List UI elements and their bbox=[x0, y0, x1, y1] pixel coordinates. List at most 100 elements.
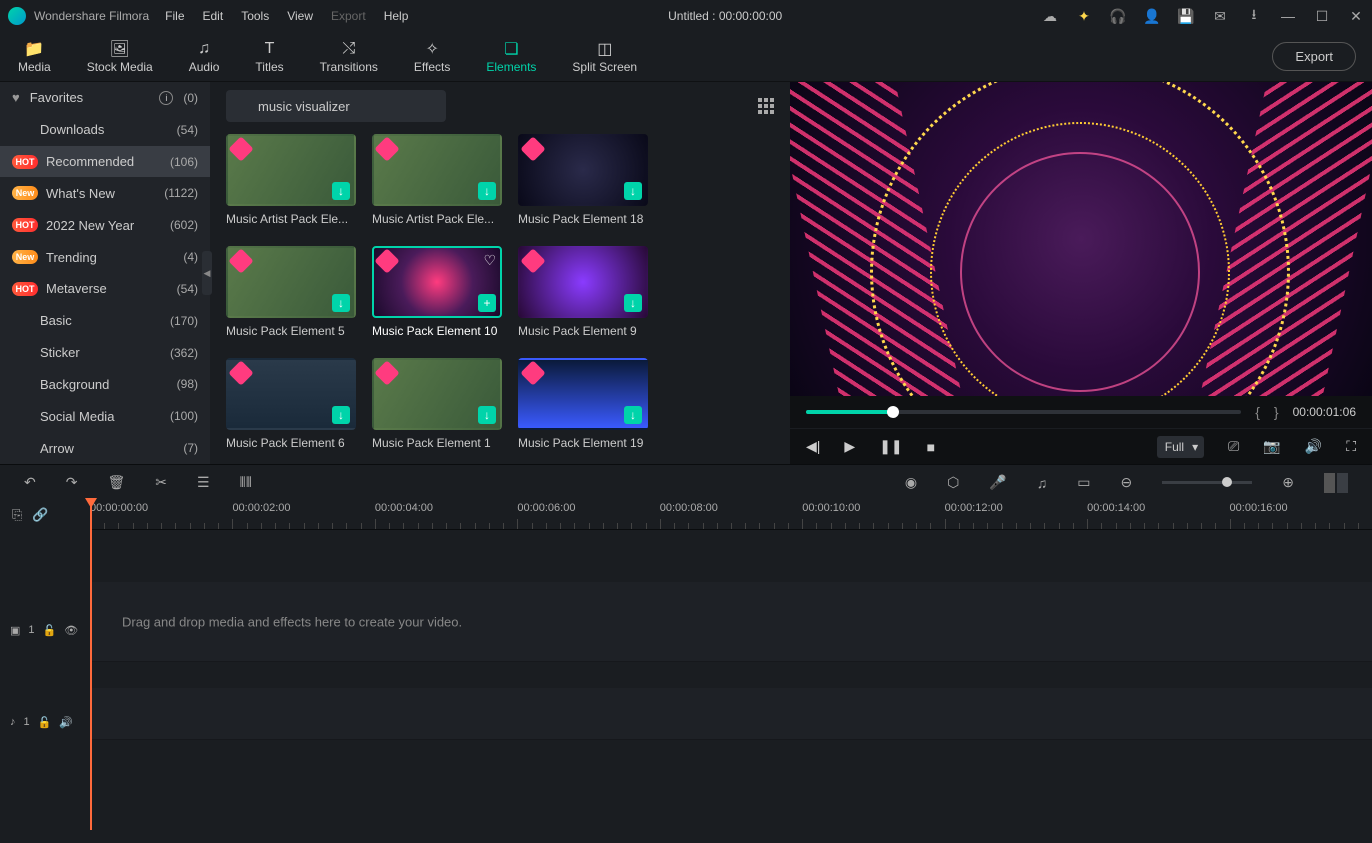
asset-item[interactable]: ↓Music Pack Element 6 bbox=[226, 358, 356, 464]
mark-in-icon[interactable]: { bbox=[1255, 404, 1260, 420]
visibility-icon[interactable]: 👁 bbox=[64, 624, 78, 637]
sidebar-social-media[interactable]: Social Media (100) bbox=[0, 400, 210, 432]
step-back-icon[interactable]: ◀| bbox=[806, 438, 820, 455]
new-badge: New bbox=[12, 250, 38, 264]
video-track[interactable]: Drag and drop media and effects here to … bbox=[90, 582, 1372, 662]
grid-view-icon[interactable] bbox=[758, 98, 774, 114]
menu-help[interactable]: Help bbox=[384, 9, 409, 23]
sidebar-arrow[interactable]: Arrow (7) bbox=[0, 432, 210, 464]
download-icon[interactable]: ↓ bbox=[332, 406, 350, 424]
tab-media[interactable]: 📁Media bbox=[0, 32, 69, 81]
zoom-in-icon[interactable]: ⊕ bbox=[1282, 474, 1294, 491]
cut-icon[interactable]: ✂ bbox=[155, 474, 167, 491]
sidebar-new-year[interactable]: HOT 2022 New Year (602) bbox=[0, 209, 210, 241]
crop-icon[interactable]: ▭ bbox=[1077, 474, 1090, 491]
sidebar-favorites[interactable]: ♥ Favorites i (0) bbox=[0, 82, 210, 114]
sidebar-trending[interactable]: New Trending (4) bbox=[0, 241, 210, 273]
save-icon[interactable]: 💾 bbox=[1178, 8, 1194, 24]
audio-wave-icon[interactable]: ⦀⦀ bbox=[240, 474, 252, 491]
undo-icon[interactable]: ↶ bbox=[24, 474, 36, 491]
stop-icon[interactable]: ■ bbox=[927, 439, 935, 455]
sidebar-metaverse[interactable]: HOT Metaverse (54) bbox=[0, 273, 210, 305]
download-icon[interactable]: ↓ bbox=[624, 406, 642, 424]
snapshot-icon[interactable]: 📷 bbox=[1263, 438, 1280, 455]
menu-file[interactable]: File bbox=[165, 9, 184, 23]
sidebar-collapse-handle[interactable]: ◀ bbox=[202, 251, 212, 295]
playhead[interactable] bbox=[90, 500, 92, 830]
headset-icon[interactable]: 🎧 bbox=[1110, 8, 1126, 24]
screen-icon[interactable]: ⎚ bbox=[1228, 438, 1239, 455]
scrub-knob[interactable] bbox=[887, 406, 899, 418]
asset-item[interactable]: ↓Music Pack Element 19 bbox=[518, 358, 648, 464]
sidebar-recommended[interactable]: HOT Recommended (106) bbox=[0, 146, 210, 178]
lock-icon[interactable]: 🔓 bbox=[38, 716, 52, 729]
quality-select[interactable]: Full ▾ bbox=[1157, 436, 1204, 458]
cloud-icon[interactable]: ☁ bbox=[1042, 8, 1058, 24]
timeline-main[interactable]: 00:00:00:0000:00:02:0000:00:04:0000:00:0… bbox=[90, 500, 1372, 830]
download-icon[interactable]: ↓ bbox=[478, 182, 496, 200]
tab-stock-media[interactable]: 🖼Stock Media bbox=[69, 32, 171, 81]
asset-item[interactable]: ↓Music Pack Element 1 bbox=[372, 358, 502, 464]
record-icon[interactable]: 🎤 bbox=[989, 474, 1006, 491]
sidebar-basic[interactable]: Basic (170) bbox=[0, 305, 210, 337]
lock-icon[interactable]: 🔓 bbox=[43, 624, 57, 637]
close-icon[interactable]: ✕ bbox=[1348, 8, 1364, 24]
sidebar-background[interactable]: Background (98) bbox=[0, 368, 210, 400]
maximize-icon[interactable]: ☐ bbox=[1314, 8, 1330, 24]
download-icon[interactable]: ↓ bbox=[624, 294, 642, 312]
download-icon[interactable]: ⭳ bbox=[1246, 8, 1262, 24]
menu-edit[interactable]: Edit bbox=[203, 9, 224, 23]
audio-track[interactable] bbox=[90, 688, 1372, 740]
pause-icon[interactable]: ❚❚ bbox=[879, 438, 902, 455]
render-icon[interactable]: ◉ bbox=[905, 474, 917, 491]
mixer-icon[interactable]: ♫ bbox=[1037, 475, 1048, 491]
zoom-knob[interactable] bbox=[1222, 477, 1232, 487]
delete-icon[interactable]: 🗑 bbox=[107, 474, 125, 491]
link-icon[interactable]: 🔗 bbox=[32, 507, 48, 523]
sidebar-whats-new[interactable]: New What's New (1122) bbox=[0, 177, 210, 209]
tab-titles[interactable]: TTitles bbox=[237, 32, 301, 81]
export-button[interactable]: Export bbox=[1272, 42, 1356, 71]
tab-effects[interactable]: ✧Effects bbox=[396, 32, 468, 81]
tab-elements[interactable]: ❏Elements bbox=[468, 32, 554, 81]
tab-transitions[interactable]: ⤭Transitions bbox=[302, 32, 396, 81]
adjust-icon[interactable]: ☰ bbox=[197, 474, 210, 491]
asset-item-selected[interactable]: ♡+Music Pack Element 10 bbox=[372, 246, 502, 352]
user-icon[interactable]: 👤 bbox=[1144, 8, 1160, 24]
asset-item[interactable]: ↓Music Artist Pack Ele... bbox=[226, 134, 356, 240]
search-input[interactable] bbox=[226, 90, 446, 122]
mute-icon[interactable]: 🔊 bbox=[59, 716, 73, 729]
panel-toggle[interactable] bbox=[1324, 473, 1348, 493]
menu-view[interactable]: View bbox=[287, 9, 313, 23]
sidebar-downloads[interactable]: Downloads (54) bbox=[0, 114, 210, 146]
scrub-bar[interactable] bbox=[806, 410, 1241, 414]
premium-icon bbox=[520, 136, 545, 161]
play-icon[interactable]: ▶ bbox=[844, 438, 855, 455]
redo-icon[interactable]: ↷ bbox=[66, 474, 78, 491]
tab-split-screen[interactable]: ◫Split Screen bbox=[554, 32, 655, 81]
minimize-icon[interactable]: — bbox=[1280, 8, 1296, 24]
copy-track-icon[interactable]: ⎘ bbox=[12, 507, 22, 523]
asset-item[interactable]: ↓Music Pack Element 18 bbox=[518, 134, 648, 240]
favorite-icon[interactable]: ♡ bbox=[483, 252, 496, 269]
asset-item[interactable]: ↓Music Artist Pack Ele... bbox=[372, 134, 502, 240]
add-icon[interactable]: + bbox=[478, 294, 496, 312]
tab-audio[interactable]: ♫Audio bbox=[171, 32, 238, 81]
asset-item[interactable]: ↓Music Pack Element 5 bbox=[226, 246, 356, 352]
asset-item[interactable]: ↓Music Pack Element 9 bbox=[518, 246, 648, 352]
download-icon[interactable]: ↓ bbox=[332, 182, 350, 200]
zoom-out-icon[interactable]: ⊖ bbox=[1121, 474, 1133, 491]
mail-icon[interactable]: ✉ bbox=[1212, 8, 1228, 24]
volume-icon[interactable]: 🔊 bbox=[1305, 438, 1322, 455]
download-icon[interactable]: ↓ bbox=[478, 406, 496, 424]
mark-out-icon[interactable]: } bbox=[1274, 404, 1279, 420]
sidebar-sticker[interactable]: Sticker (362) bbox=[0, 337, 210, 369]
timeline-ruler[interactable]: 00:00:00:0000:00:02:0000:00:04:0000:00:0… bbox=[90, 500, 1372, 530]
fullscreen-icon[interactable]: ⛶ bbox=[1346, 438, 1356, 455]
download-icon[interactable]: ↓ bbox=[624, 182, 642, 200]
zoom-slider[interactable] bbox=[1162, 481, 1252, 484]
bulb-icon[interactable]: ✦ bbox=[1076, 8, 1092, 24]
marker-icon[interactable]: ⬡ bbox=[947, 474, 959, 491]
menu-tools[interactable]: Tools bbox=[241, 9, 269, 23]
download-icon[interactable]: ↓ bbox=[332, 294, 350, 312]
